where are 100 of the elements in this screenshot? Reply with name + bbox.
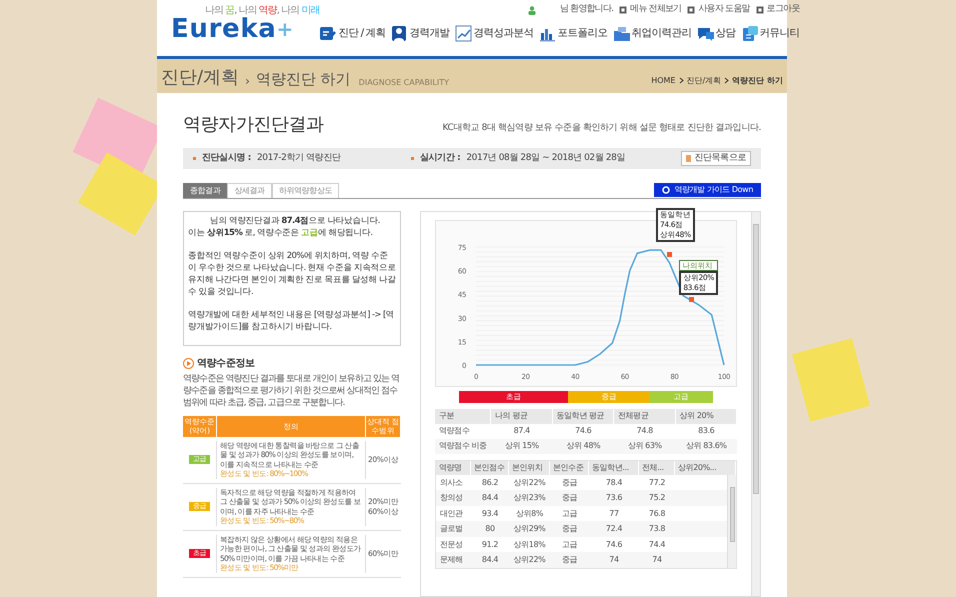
table-cell-text: 84.4 — [480, 554, 500, 566]
scrollbar[interactable] — [727, 474, 736, 568]
table-cell-text: 74.6 — [574, 425, 592, 438]
table-cell-text: 상위22% — [512, 554, 546, 566]
table-cell-text: 80 — [484, 523, 496, 536]
table-cell-text: 73.8 — [648, 523, 666, 536]
table-cell-text: 74.6 — [604, 538, 624, 551]
table-cell-text: 상위 63% — [626, 440, 663, 452]
list-button[interactable]: 진단목록으로 — [681, 150, 751, 166]
info-label: 진단실시명 : — [202, 152, 251, 165]
bullet-icon — [193, 156, 196, 160]
header-link[interactable]: 메뉴 전체보기 — [630, 3, 682, 17]
table-cell-text: 상위22% — [512, 476, 546, 489]
guide-download-button[interactable]: 역량개발 가이드 Down — [654, 182, 761, 197]
table-cell-text: 고급 — [560, 508, 578, 520]
document-icon — [686, 154, 692, 162]
table-cell-text: 글로벌 — [439, 523, 464, 536]
page-subtitle: DIAGNOSE CAPABILITY — [358, 78, 449, 87]
info-value: 2017-2학기 역량진단 — [256, 152, 340, 165]
table-cell-text: 상위23% — [512, 492, 546, 504]
table-cell-text: 중급 — [560, 492, 578, 504]
separator-text: › — [245, 74, 250, 87]
table-cell-text: 역량점수 비중 — [438, 440, 488, 452]
page-heading: 역량자가진단결과 — [183, 112, 324, 137]
chevron-icon — [724, 77, 730, 84]
table-cell-text: 74.8 — [636, 425, 654, 438]
tab[interactable]: 종합결과 — [183, 182, 228, 198]
summary-text: 이는 상위15% 로, 역량수준은 고급에 해당됩니다. — [188, 226, 374, 239]
table-cell-text: 76.8 — [648, 508, 666, 520]
chevron-icon — [678, 77, 684, 84]
table-cell-text: 84.4 — [480, 492, 500, 504]
table-cell-text: 상위8% — [514, 508, 544, 520]
table-cell-text: 77.2 — [648, 476, 666, 489]
table-cell-text: 74 — [608, 554, 620, 566]
person-icon — [390, 24, 408, 42]
help-icon — [687, 6, 696, 14]
line-graph-icon — [454, 24, 472, 42]
table-cell-text: 상위 83.6% — [684, 440, 728, 452]
nav-item[interactable]: 취업이력관리 — [612, 24, 692, 42]
play-icon — [183, 358, 194, 369]
circle-icon — [662, 186, 670, 194]
section-title: 진단/계획 — [161, 68, 240, 87]
section-title: 역량수준정보 — [197, 356, 255, 371]
breadcrumb-link[interactable]: HOME — [651, 74, 676, 87]
header-link[interactable]: 로그아웃 — [766, 3, 800, 17]
table-cell-text: 중급 — [560, 554, 578, 566]
notepad-icon — [740, 24, 758, 42]
logout-icon — [756, 6, 764, 14]
table-cell-text: 86.2 — [480, 476, 500, 489]
scroll-thumb[interactable] — [753, 224, 759, 494]
table-cell-text: 78.4 — [604, 476, 624, 489]
table-cell-text: 중급 — [560, 476, 578, 489]
table-cell-text: 87.4 — [512, 425, 531, 438]
welcome-text: 님 환영합니다. — [560, 3, 614, 16]
table-cell-text: 의사소 — [439, 476, 464, 489]
breadcrumb-link[interactable]: 역량진단 하기 — [732, 74, 783, 87]
table-cell-text: 상위29% — [512, 523, 546, 536]
tab[interactable]: 상세결과 — [227, 182, 272, 198]
table-cell-text: 74 — [651, 554, 663, 566]
table-cell-text: 74.4 — [648, 538, 666, 551]
nav-item[interactable]: 상담 — [696, 24, 736, 42]
nav-item[interactable]: 포트폴리오 — [538, 24, 608, 42]
bullet-icon — [411, 156, 414, 160]
table-cell-text: 대인관 — [439, 508, 464, 520]
logo-plus: + — [276, 18, 294, 39]
table-cell-text: 77 — [608, 508, 620, 520]
tab[interactable]: 하위역량향상도 — [272, 182, 340, 198]
table-cell-text: 91.2 — [480, 538, 500, 551]
table-cell-text: 73.6 — [604, 492, 624, 504]
logo-tagline: 나의 꿈, 나의 역량, 나의 미래 — [205, 6, 320, 16]
logo[interactable]: Eureka — [171, 16, 276, 42]
person-icon — [528, 6, 536, 15]
data-point-marker — [666, 252, 672, 257]
table-cell-text: 83.6 — [697, 425, 716, 438]
table-cell-text: 전문성 — [439, 538, 464, 551]
data-point-marker — [688, 297, 694, 302]
table-cell-text: 고급 — [560, 538, 578, 551]
info-value: 2017년 08월 28일 ~ 2018년 02월 28일 — [466, 152, 626, 165]
menu-icon — [619, 6, 628, 14]
header-link[interactable]: 사용자 도움말 — [698, 3, 750, 17]
nav-item[interactable]: 경력성과분석 — [454, 24, 534, 42]
page-title: 역량진단 하기 — [256, 72, 351, 87]
summary-text: 역량개발에 대한 세부적인 내용은 [역량성과분석] -> [역량개발가이드]를 참고하시기 바랍니다. — [188, 308, 396, 333]
info-label: 실시기간 : — [420, 152, 460, 165]
nav-item[interactable]: 커뮤니티 — [740, 24, 800, 42]
nav-item[interactable]: 진단 / 계획 — [319, 24, 386, 42]
scrollbar[interactable] — [751, 212, 760, 596]
table-cell-text: 상위18% — [512, 538, 546, 551]
table-cell-text: 72.4 — [604, 523, 624, 536]
folder-icon — [612, 24, 630, 42]
table-cell-text: 93.4 — [480, 508, 500, 520]
page-description: KC대학교 8대 핵심역량 보유 수준을 확인하기 위해 설문 형태로 진단한 결과입니다. — [442, 122, 761, 136]
scroll-thumb[interactable] — [730, 486, 734, 542]
summary-text: 종합적인 역량수준이 상위 20%에 위치하며, 역량 수준이 우수한 것으로 나타났습니다. 현재 수준을 지속적으로 유지해 나간다면 본인이 계획한 진로 목표를 달성해 나갈 수 있을 것입니다. — [188, 250, 396, 298]
table-cell-text: 중급 — [560, 523, 578, 536]
breadcrumb-link[interactable]: 진단/계획 — [686, 74, 722, 87]
table-cell-text: 상위 15% — [504, 440, 540, 452]
table-cell-text: 창의성 — [439, 492, 464, 504]
nav-item[interactable]: 경력개발 — [390, 24, 450, 42]
section-description: 역량수준은 역량진단 결과를 토대로 개인이 보유하고 있는 역량수준을 종합적으로 평가하기 위한 것으로써 상대적인 점수범위에 따라 초급, 중급, 고급으로 구분합니다. — [183, 372, 400, 409]
